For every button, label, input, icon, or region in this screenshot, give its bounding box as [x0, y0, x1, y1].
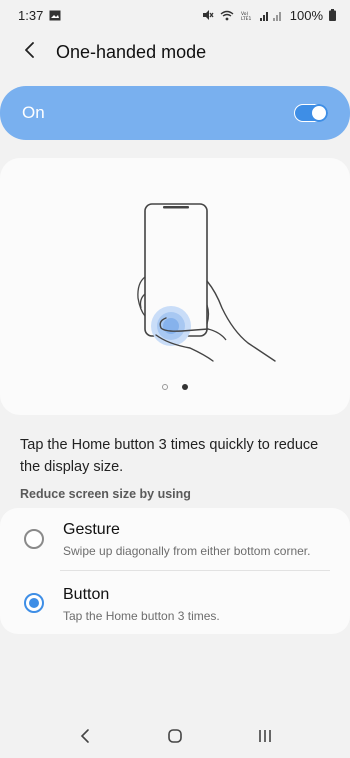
- illustration-card[interactable]: [0, 158, 350, 415]
- status-right: Vo) LTE1 100%: [202, 8, 336, 23]
- nav-recents-button[interactable]: [250, 723, 280, 753]
- master-switch-label: On: [22, 103, 45, 122]
- battery-percent: 100%: [289, 7, 323, 23]
- page-dot-2[interactable]: [182, 384, 188, 390]
- phone-hand-illustration: [137, 203, 276, 362]
- status-bar: 1:37 Vo) LTE1 100%: [0, 0, 350, 30]
- status-time: 1:37: [18, 7, 44, 23]
- option-gesture-title: Gesture: [63, 521, 120, 538]
- gesture-radio[interactable]: [24, 529, 44, 549]
- signal-icon: [259, 10, 284, 21]
- options-card: Gesture Swipe up diagonally from either …: [0, 508, 350, 634]
- battery-icon: [329, 9, 336, 21]
- page-dot-1[interactable]: [162, 384, 168, 390]
- page-indicator: [0, 384, 350, 390]
- section-header: Reduce screen size by using: [20, 487, 191, 501]
- home-icon: [167, 728, 183, 749]
- button-radio[interactable]: [24, 593, 44, 613]
- nav-home-button[interactable]: [160, 723, 190, 753]
- mute-icon: [202, 9, 214, 21]
- toggle-knob: [310, 104, 328, 122]
- option-gesture-subtitle: Swipe up diagonally from either bottom c…: [63, 544, 311, 558]
- master-switch-bar[interactable]: On: [0, 86, 350, 140]
- volte-icon: Vo) LTE1: [240, 10, 254, 21]
- wifi-icon: [220, 10, 234, 21]
- option-button[interactable]: Button Tap the Home button 3 times.: [0, 572, 350, 632]
- options-divider: [60, 570, 330, 571]
- option-gesture[interactable]: Gesture Swipe up diagonally from either …: [0, 508, 350, 568]
- top-bar: One-handed mode: [0, 32, 350, 72]
- recents-icon: [257, 728, 273, 749]
- toggle-switch[interactable]: [294, 104, 328, 122]
- page-title: One-handed mode: [56, 41, 207, 62]
- svg-text:LTE1: LTE1: [241, 16, 251, 21]
- chevron-left-icon: [24, 41, 36, 63]
- back-button[interactable]: [18, 40, 42, 64]
- option-button-title: Button: [63, 586, 110, 603]
- description-text: Tap the Home button 3 times quickly to r…: [20, 437, 319, 475]
- navigation-bar: [0, 718, 350, 758]
- back-icon: [80, 728, 90, 749]
- gallery-icon: [49, 10, 61, 21]
- option-button-subtitle: Tap the Home button 3 times.: [63, 609, 220, 623]
- nav-back-button[interactable]: [70, 723, 100, 753]
- status-left: 1:37: [18, 8, 61, 23]
